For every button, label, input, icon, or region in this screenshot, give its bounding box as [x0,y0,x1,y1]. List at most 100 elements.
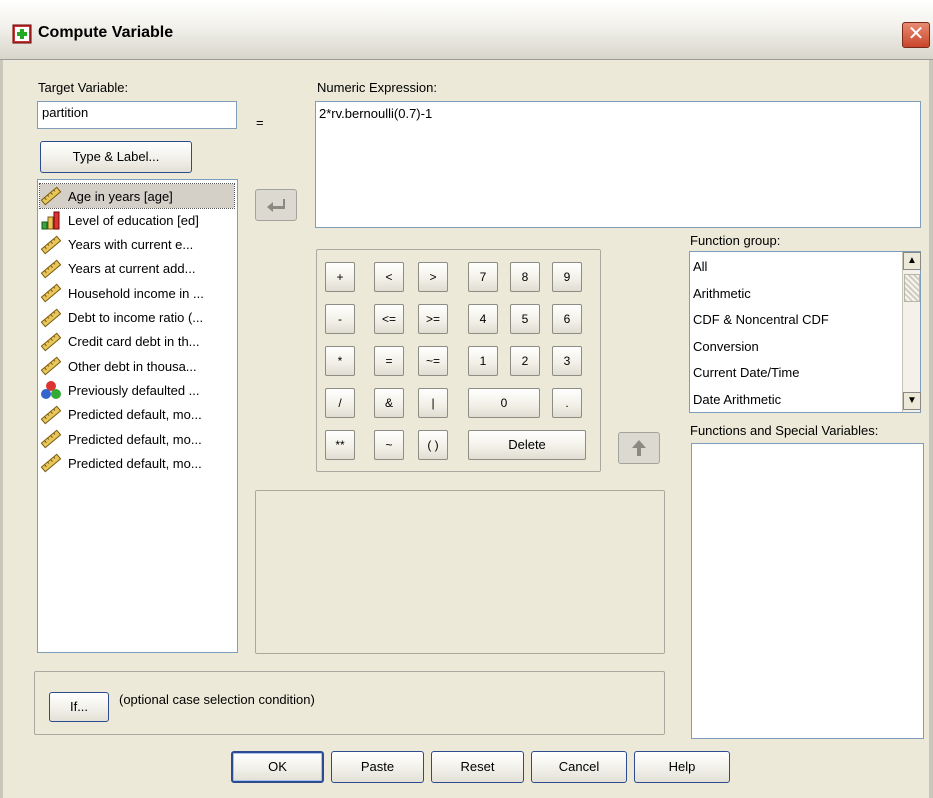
variable-label: Level of education [ed] [68,212,199,228]
key-0[interactable]: 0 [468,388,540,418]
key-less-equal[interactable]: <= [374,304,404,334]
function-description-area [255,490,665,654]
paste-button-label: Paste [360,759,395,774]
function-group-list[interactable]: All Arithmetic CDF & Noncentral CDF Convers… [689,251,921,413]
variable-label: Age in years [age] [68,188,173,204]
key-3[interactable]: 3 [552,346,582,376]
target-variable-input[interactable]: partition [37,101,237,129]
close-button[interactable]: ✕ [902,22,930,48]
function-group-item[interactable]: All [693,254,707,280]
variable-list[interactable]: Age in years [age] Level of education [ed… [37,179,238,653]
bar-chart-icon [40,210,62,230]
close-icon: ✕ [907,23,925,45]
variable-list-item[interactable]: Household income in ... [40,281,234,305]
help-button[interactable]: Help [634,751,730,783]
reset-button[interactable]: Reset [431,751,524,783]
variable-list-item[interactable]: Years at current add... [40,257,234,281]
variable-label: Other debt in thousa... [68,358,197,374]
variable-label: Predicted default, mo... [68,407,202,423]
ok-button-label: OK [268,759,287,774]
if-button-label: If... [69,699,89,714]
numeric-expression-label: Numeric Expression: [317,80,437,95]
variable-list-item[interactable]: Predicted default, mo... [40,427,234,451]
key-delete[interactable]: Delete [468,430,586,460]
variable-label: Debt to income ratio (... [68,310,204,325]
ruler-icon [40,356,62,376]
key-and[interactable]: & [374,388,404,418]
variable-list-item[interactable]: Predicted default, mo... [40,403,234,427]
cancel-button-label: Cancel [558,759,600,774]
function-group-item[interactable]: Current Date/Time [693,360,799,386]
key-equal[interactable]: = [374,346,404,376]
ok-button[interactable]: OK [231,751,324,783]
key-5[interactable]: 5 [510,304,540,334]
type-and-label-button[interactable]: Type & Label... [40,141,192,173]
key-divide[interactable]: / [325,388,355,418]
cancel-button[interactable]: Cancel [531,751,627,783]
ruler-icon [40,308,62,328]
variable-list-item[interactable]: Predicted default, mo... [40,451,234,475]
variable-list-item[interactable]: Credit card debt in th... [40,330,234,354]
key-8[interactable]: 8 [510,262,540,292]
function-group-items: All Arithmetic CDF & Noncentral CDF Convers… [690,252,902,412]
scroll-up-icon[interactable]: ▲ [903,252,921,270]
variable-list-item[interactable]: Years with current e... [40,233,234,257]
if-condition-description: (optional case selection condition) [119,692,315,707]
ruler-icon [40,235,62,255]
key-multiply[interactable]: * [325,346,355,376]
calculator-keypad: + < > 7 8 9 - <= >= 4 5 6 * = ~= 1 2 3 /… [316,249,601,472]
window-title: Compute Variable [38,24,174,41]
key-parentheses[interactable]: ( ) [418,430,448,460]
if-button[interactable]: If... [49,692,109,722]
variable-list-item[interactable]: Previously defaulted ... [40,378,234,402]
key-decimal[interactable]: . [552,388,582,418]
target-variable-value: partition [42,105,89,120]
window-frame-right [929,60,933,798]
key-4[interactable]: 4 [468,304,498,334]
variable-label: Previously defaulted ... [68,382,200,398]
key-6[interactable]: 6 [552,304,582,334]
key-greater-than[interactable]: > [418,262,448,292]
function-group-item[interactable]: Conversion [693,334,759,360]
transfer-function-button[interactable] [618,432,660,464]
variable-list-item[interactable]: Level of education [ed] [40,208,234,232]
transfer-to-expression-button[interactable] [255,189,297,221]
key-7[interactable]: 7 [468,262,498,292]
functions-special-list[interactable] [691,443,924,739]
equals-sign: = [256,115,264,130]
paste-button[interactable]: Paste [331,751,424,783]
ruler-icon [40,186,62,206]
type-and-label-button-label: Type & Label... [72,149,160,164]
variable-list-item[interactable]: Other debt in thousa... [40,354,234,378]
nominal-circles-icon [40,380,62,400]
variable-list-item[interactable]: Age in years [age] [39,183,235,209]
reset-button-label: Reset [460,759,495,774]
ruler-icon [40,332,62,352]
key-power[interactable]: ** [325,430,355,460]
function-group-item[interactable]: Date Arithmetic [693,387,781,413]
key-not-equal[interactable]: ~= [418,346,448,376]
key-9[interactable]: 9 [552,262,582,292]
scroll-down-icon[interactable]: ▼ [903,392,921,410]
variable-label: Years with current e... [68,237,194,253]
if-condition-group: If... (optional case selection condition… [34,671,665,735]
key-or[interactable]: | [418,388,448,418]
key-greater-equal[interactable]: >= [418,304,448,334]
variable-label: Predicted default, mo... [68,455,202,471]
key-1[interactable]: 1 [468,346,498,376]
function-group-item[interactable]: Arithmetic [693,281,751,307]
variable-label: Credit card debt in th... [68,334,200,350]
key-less-than[interactable]: < [374,262,404,292]
target-variable-label: Target Variable: [38,80,129,95]
function-group-item[interactable]: CDF & Noncentral CDF [693,307,829,333]
variable-label: Household income in ... [68,285,204,301]
key-not[interactable]: ~ [374,430,404,460]
key-2[interactable]: 2 [510,346,540,376]
scroll-thumb[interactable] [904,274,920,302]
numeric-expression-input[interactable]: 2*rv.bernoulli(0.7)-1 [315,101,921,228]
key-plus[interactable]: + [325,262,355,292]
variable-list-item[interactable]: Debt to income ratio (... [40,306,234,330]
ruler-icon [40,453,62,473]
key-minus[interactable]: - [325,304,355,334]
function-group-scrollbar[interactable]: ▲ ▼ [902,252,921,412]
